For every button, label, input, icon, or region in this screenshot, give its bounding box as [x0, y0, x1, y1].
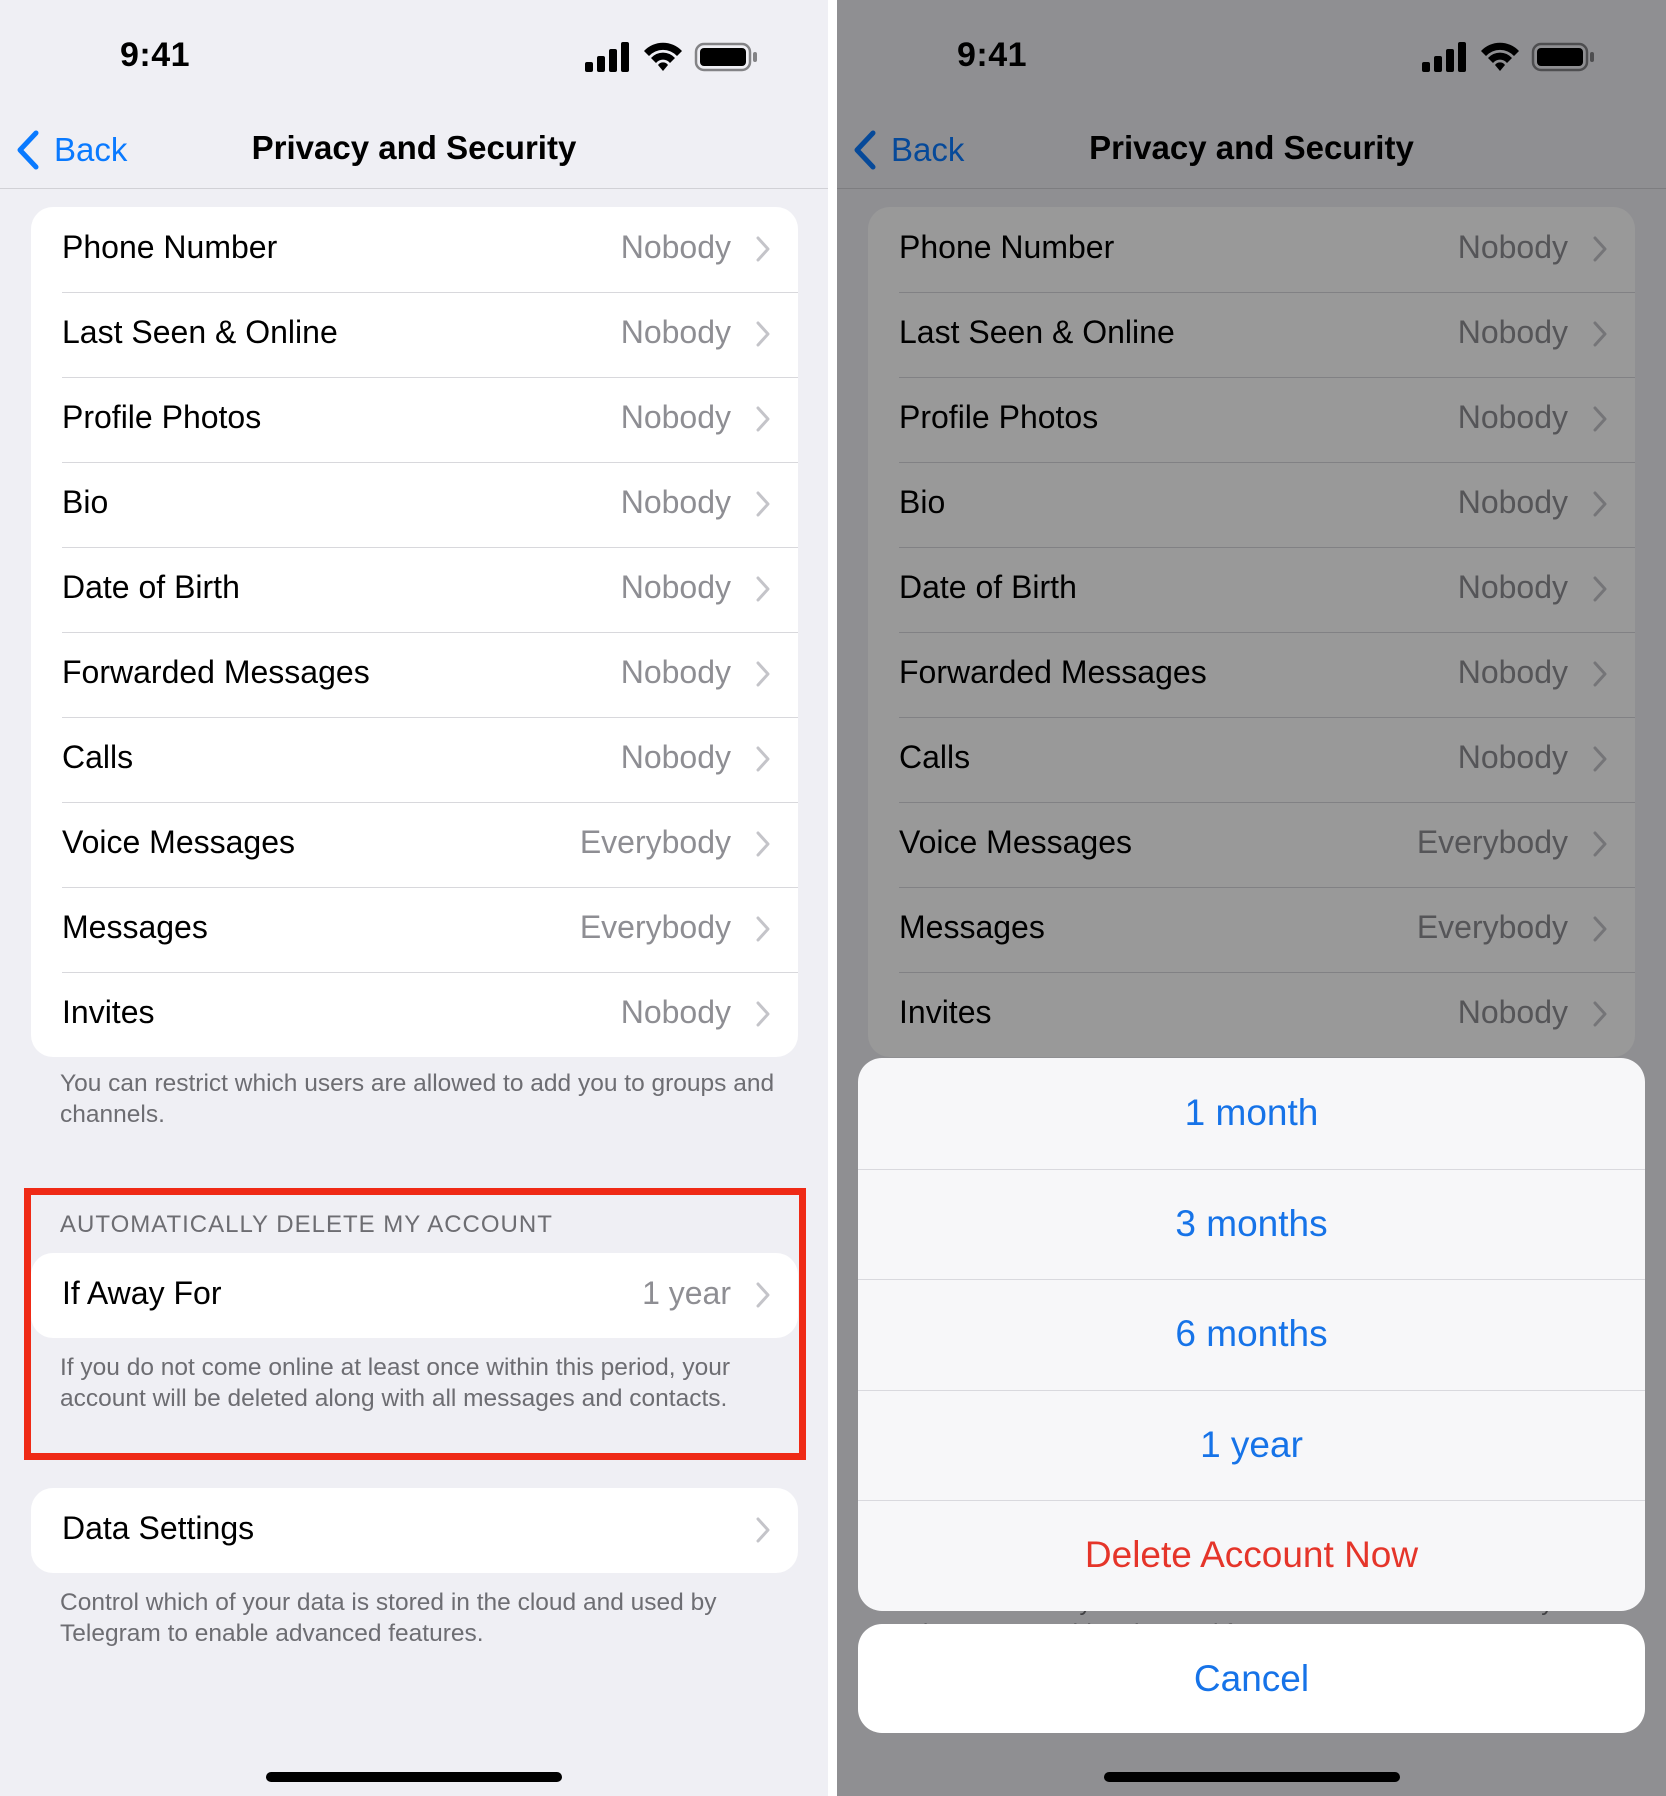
privacy-row-calls[interactable]: Calls Nobody [31, 717, 798, 802]
row-label: Profile Photos [62, 399, 262, 435]
row-label: Messages [62, 909, 208, 945]
privacy-row-phone-number[interactable]: Phone Number Nobody [31, 207, 798, 292]
home-indicator [266, 1772, 562, 1782]
row-label: Data Settings [62, 1510, 255, 1546]
chevron-right-icon [756, 661, 770, 687]
privacy-row-date-of-birth[interactable]: Date of Birth Nobody [31, 547, 798, 632]
status-icons [585, 42, 757, 72]
privacy-row-voice-messages[interactable]: Voice Messages Everybody [31, 802, 798, 887]
row-value: Everybody [579, 824, 731, 860]
row-value: Nobody [620, 739, 731, 775]
chevron-right-icon [756, 491, 770, 517]
navigation-bar: Back Privacy and Security [0, 115, 828, 189]
settings-screen-left: 9:41 Back Privacy and Security Phone Num… [0, 0, 828, 1796]
delete-account-now-button[interactable]: Delete Account Now [858, 1500, 1645, 1611]
row-label: Date of Birth [62, 569, 240, 605]
data-settings-footnote: Control which of your data is stored in … [60, 1589, 717, 1647]
privacy-row-messages[interactable]: Messages Everybody [31, 887, 798, 972]
chevron-right-icon [756, 576, 770, 602]
row-label: Voice Messages [62, 824, 296, 860]
chevron-right-icon [756, 236, 770, 262]
row-value: Nobody [620, 569, 731, 605]
privacy-settings-list: Phone Number Nobody Last Seen & Online N… [31, 207, 798, 1057]
wifi-icon [644, 42, 682, 71]
settings-screen-right: 9:41 Back Privacy and Security Phone Num… [837, 0, 1666, 1796]
chevron-right-icon [756, 831, 770, 857]
row-label: Invites [62, 994, 155, 1030]
row-label: Bio [62, 484, 109, 520]
option-1-month[interactable]: 1 month [858, 1058, 1645, 1169]
option-1-year[interactable]: 1 year [858, 1389, 1645, 1501]
privacy-row-last-seen[interactable]: Last Seen & Online Nobody [31, 292, 798, 377]
chevron-right-icon [756, 746, 770, 772]
chevron-right-icon [756, 916, 770, 942]
data-settings-card: Data Settings [31, 1488, 798, 1573]
cancel-button[interactable]: Cancel [858, 1624, 1645, 1733]
privacy-row-bio[interactable]: Bio Nobody [31, 462, 798, 547]
row-value: Nobody [620, 994, 731, 1030]
chevron-right-icon [756, 406, 770, 432]
data-settings-row[interactable]: Data Settings [31, 1488, 798, 1573]
row-label: Calls [62, 739, 134, 775]
battery-icon [694, 42, 757, 72]
row-label: Forwarded Messages [62, 654, 370, 690]
row-value: Everybody [579, 909, 731, 945]
privacy-row-forwarded-messages[interactable]: Forwarded Messages Nobody [31, 632, 798, 717]
chevron-right-icon [756, 321, 770, 347]
chevron-right-icon [756, 1517, 770, 1543]
page-title: Privacy and Security [251, 129, 577, 166]
chevron-right-icon [756, 1001, 770, 1027]
row-value: Nobody [620, 229, 731, 265]
invites-footnote: You can restrict which users are allowed… [60, 1070, 775, 1128]
home-indicator [1104, 1772, 1400, 1782]
row-value: Nobody [620, 654, 731, 690]
row-label: Phone Number [62, 229, 278, 265]
highlight-annotation [24, 1188, 806, 1460]
privacy-row-profile-photos[interactable]: Profile Photos Nobody [31, 377, 798, 462]
row-value: Nobody [620, 314, 731, 350]
row-label: Last Seen & Online [62, 314, 338, 350]
status-bar: 9:41 [0, 0, 828, 115]
row-value: Nobody [620, 399, 731, 435]
cellular-signal-icon [585, 42, 629, 72]
status-clock: 9:41 [120, 36, 191, 74]
row-value: Nobody [620, 484, 731, 520]
away-period-action-sheet: 1 month 3 months 6 months 1 year Delete … [858, 1058, 1645, 1611]
option-3-months[interactable]: 3 months [858, 1168, 1645, 1280]
option-6-months[interactable]: 6 months [858, 1279, 1645, 1390]
privacy-row-invites[interactable]: Invites Nobody [31, 972, 798, 1057]
